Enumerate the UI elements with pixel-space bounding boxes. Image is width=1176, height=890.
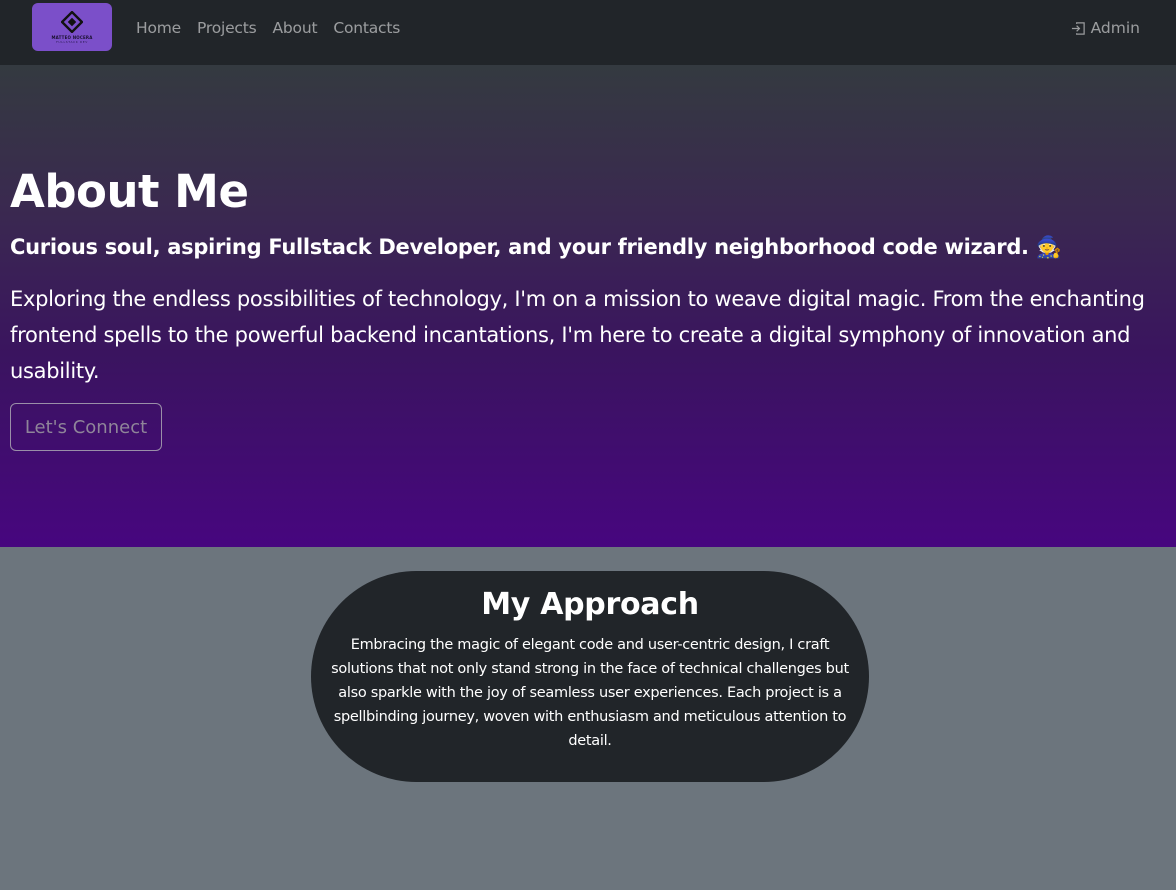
about-hero: About Me Curious soul, aspiring Fullstac… [0,65,1176,547]
hero-description: Exploring the endless possibilities of t… [10,287,1145,383]
site-logo[interactable]: MATTEO NOCERA FULLSTACK DEV [32,3,112,51]
sign-in-icon [1071,21,1085,35]
nav-link-home[interactable]: Home [136,19,181,37]
hero-subtitle-text: Curious soul, aspiring Fullstack Develop… [10,235,1029,259]
page-title: About Me [10,165,249,218]
approach-card: My Approach Embracing the magic of elega… [311,571,869,782]
nav-links: Home Projects About Contacts [136,0,400,56]
hero-subtitle: Curious soul, aspiring Fullstack Develop… [10,235,1160,260]
approach-text: Embracing the magic of elegant code and … [331,637,849,749]
admin-label: Admin [1090,19,1140,37]
lets-connect-button[interactable]: Let's Connect [10,403,162,451]
approach-title: My Approach [481,587,699,622]
navbar: MATTEO NOCERA FULLSTACK DEV Home Project… [0,0,1176,65]
logo-subtext: FULLSTACK DEV [56,39,88,44]
wizard-emoji-icon: 🧙 [1035,235,1062,259]
admin-link[interactable]: Admin [1071,0,1140,56]
nav-link-projects[interactable]: Projects [197,19,257,37]
diamond-logo-icon [61,10,83,33]
nav-link-contacts[interactable]: Contacts [333,19,400,37]
nav-link-about[interactable]: About [273,19,318,37]
